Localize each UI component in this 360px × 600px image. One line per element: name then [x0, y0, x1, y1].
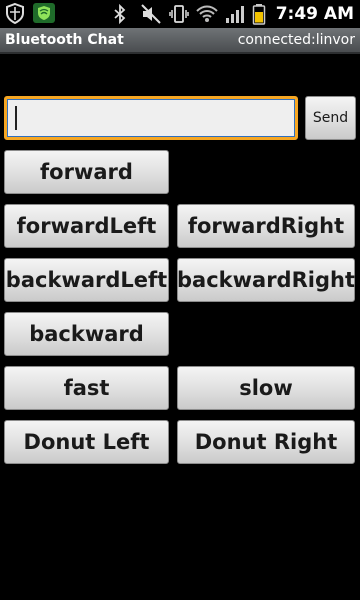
forward-button[interactable]: forward — [4, 150, 169, 194]
wifi-icon — [196, 3, 218, 25]
battery-icon — [252, 3, 266, 25]
bluetooth-icon — [112, 3, 134, 25]
clock-time: 7:49 AM — [275, 4, 354, 24]
shield-icon — [4, 2, 26, 25]
antivirus-icon — [32, 2, 55, 24]
forward-left-button[interactable]: forwardLeft — [4, 204, 169, 248]
donut-right-button[interactable]: Donut Right — [177, 420, 355, 464]
send-button[interactable]: Send — [305, 96, 356, 140]
vibrate-icon — [168, 3, 190, 25]
fast-button[interactable]: fast — [4, 366, 169, 410]
mute-icon — [140, 3, 162, 25]
connection-status: connected:linvor — [237, 32, 355, 48]
backward-right-button[interactable]: backwardRight — [177, 258, 355, 302]
donut-left-button[interactable]: Donut Left — [4, 420, 169, 464]
slow-button[interactable]: slow — [177, 366, 355, 410]
signal-icon — [224, 3, 246, 25]
title-bar: Bluetooth Chat connected:linvor — [0, 28, 360, 54]
app-title: Bluetooth Chat — [5, 32, 124, 48]
status-bar: 7:49 AM — [0, 0, 360, 28]
backward-left-button[interactable]: backwardLeft — [4, 258, 169, 302]
backward-button[interactable]: backward — [4, 312, 169, 356]
message-input[interactable] — [4, 96, 298, 140]
text-cursor — [15, 106, 17, 130]
forward-right-button[interactable]: forwardRight — [177, 204, 355, 248]
